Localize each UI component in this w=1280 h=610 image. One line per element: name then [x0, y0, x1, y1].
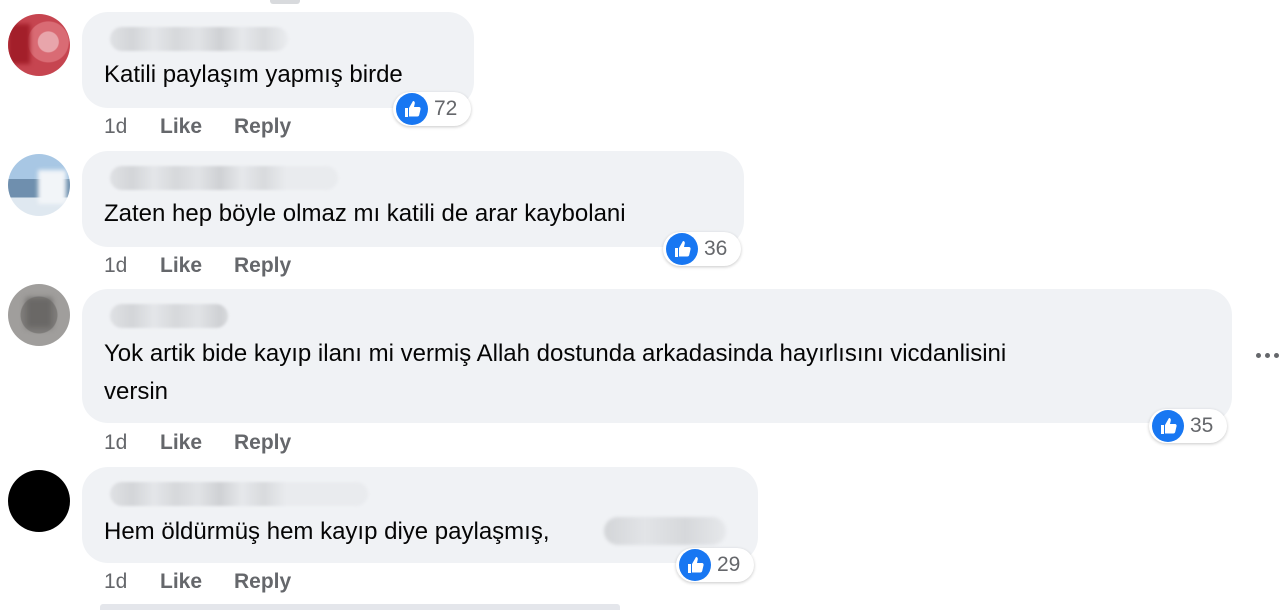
- redacted-mention: [604, 517, 726, 545]
- comment-bubble: Zaten hep böyle olmaz mı katili de arar …: [82, 151, 744, 247]
- avatar[interactable]: [8, 470, 70, 532]
- comment-thread: Katili paylaşım yapmış birde 72 1d Like …: [0, 0, 1280, 610]
- more-dot: [1274, 353, 1279, 358]
- reaction-count: 35: [1190, 414, 1214, 437]
- like-button[interactable]: Like: [160, 114, 202, 140]
- like-button[interactable]: Like: [160, 430, 202, 456]
- avatar[interactable]: [8, 284, 70, 346]
- comment-timestamp[interactable]: 1d: [104, 430, 127, 456]
- reaction-count: 29: [717, 553, 741, 576]
- comment-timestamp[interactable]: 1d: [104, 253, 127, 279]
- reaction-count: 36: [704, 237, 728, 260]
- avatar-blur-detail: [8, 24, 30, 64]
- like-button[interactable]: Like: [160, 569, 202, 595]
- comment-item: Katili paylaşım yapmış birde 72 1d Like …: [0, 0, 1280, 150]
- redacted-author-name: [110, 27, 288, 51]
- comment-text-line: versin: [104, 378, 169, 405]
- avatar[interactable]: [8, 14, 70, 76]
- reaction-summary[interactable]: 36: [663, 232, 741, 266]
- reply-button[interactable]: Reply: [234, 430, 291, 456]
- avatar-blur-detail: [26, 298, 52, 328]
- comment-text-line: Zaten hep böyle olmaz mı katili de arar …: [104, 200, 626, 227]
- reply-button[interactable]: Reply: [234, 569, 291, 595]
- reaction-summary[interactable]: 29: [676, 548, 754, 582]
- comment-timestamp[interactable]: 1d: [104, 114, 127, 140]
- thumbs-up-icon: [1152, 410, 1184, 442]
- more-dot: [1256, 353, 1261, 358]
- redacted-author-name: [110, 304, 228, 328]
- avatar[interactable]: [8, 154, 70, 216]
- comment-text-line: Hem öldürmüş hem kayıp diye paylaşmış,: [104, 518, 550, 545]
- more-options-icon[interactable]: [1256, 349, 1280, 363]
- reaction-count: 72: [434, 97, 458, 120]
- next-comment-edge: [100, 604, 620, 610]
- comment-text-line: Katili paylaşım yapmış birde: [104, 61, 403, 88]
- comment-item: Hem öldürmüş hem kayıp diye paylaşmış, 2…: [0, 465, 1280, 605]
- comment-bubble: Yok artik bide kayıp ilanı mi vermiş All…: [82, 289, 1232, 423]
- more-dot: [1265, 353, 1270, 358]
- reaction-summary[interactable]: 35: [1149, 409, 1227, 443]
- thumbs-up-icon: [666, 233, 698, 265]
- reaction-summary[interactable]: 72: [393, 92, 471, 126]
- comment-timestamp[interactable]: 1d: [104, 569, 127, 595]
- comment-text-line: Yok artik bide kayıp ilanı mi vermiş All…: [104, 340, 1007, 367]
- avatar-blur-detail: [38, 170, 66, 204]
- reply-button[interactable]: Reply: [234, 253, 291, 279]
- comment-item: Yok artik bide kayıp ilanı mi vermiş All…: [0, 284, 1280, 465]
- comment-bubble: Hem öldürmüş hem kayıp diye paylaşmış,: [82, 467, 758, 563]
- comment-item: Zaten hep böyle olmaz mı katili de arar …: [0, 150, 1280, 290]
- reply-button[interactable]: Reply: [234, 114, 291, 140]
- thumbs-up-icon: [396, 93, 428, 125]
- thumbs-up-icon: [679, 549, 711, 581]
- like-button[interactable]: Like: [160, 253, 202, 279]
- redacted-author-name: [110, 482, 368, 506]
- redacted-author-name: [110, 166, 338, 190]
